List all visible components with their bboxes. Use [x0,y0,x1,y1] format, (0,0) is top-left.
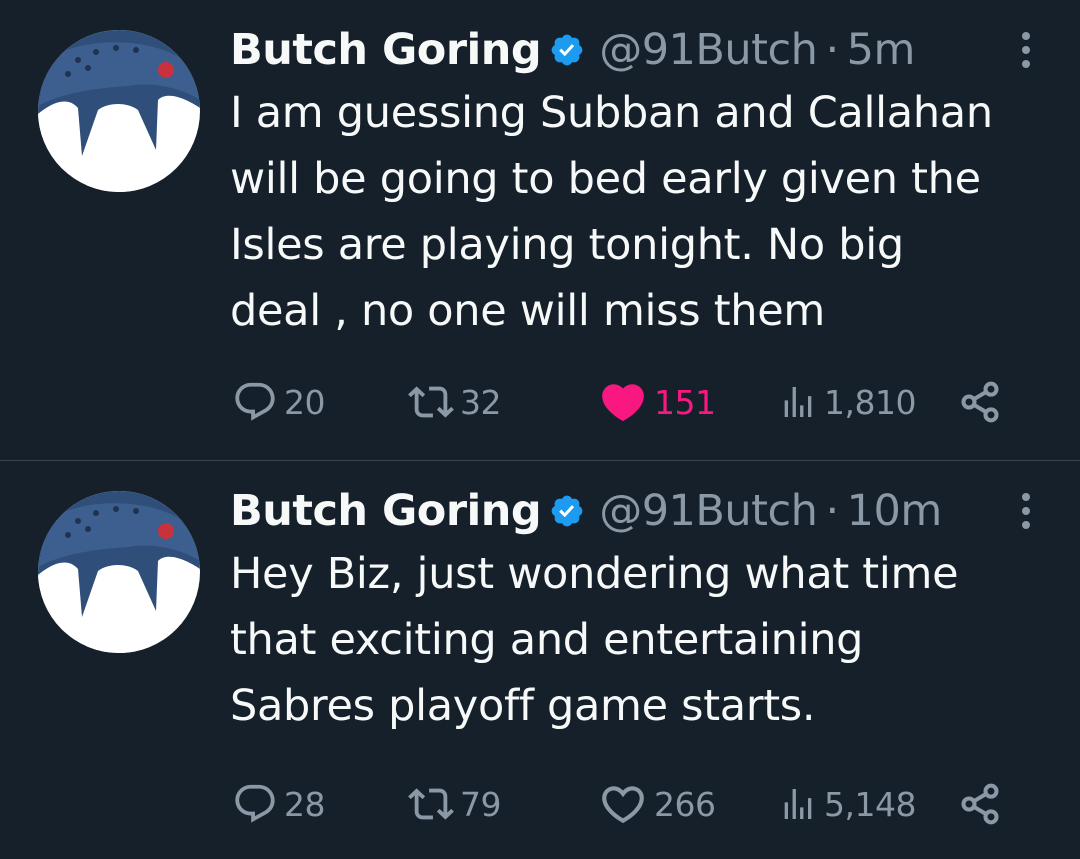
retweet-count: 32 [460,382,502,422]
retweet-button[interactable]: 32 [408,379,502,425]
retweet-icon [408,379,454,425]
like-count: 266 [654,784,716,824]
reply-icon [232,781,278,827]
retweet-count: 79 [460,784,502,824]
reply-icon [232,379,278,425]
avatar[interactable] [38,491,200,653]
views-count: 5,148 [824,784,916,824]
action-bar: 28 79 266 5,148 [232,781,1012,827]
reply-count: 28 [284,784,326,824]
separator-dot: · [825,25,839,75]
tweet-text: Hey Biz, just wondering what time that e… [230,549,959,731]
reply-button[interactable]: 28 [232,781,326,827]
views-button[interactable]: 5,148 [778,781,916,827]
verified-badge-icon[interactable] [549,493,585,529]
analytics-icon [778,781,818,827]
tweet-header: Butch Goring @91Butch · 5m [230,22,915,78]
tweet[interactable]: Butch Goring @91Butch · 10m Hey Biz, jus… [0,461,1080,859]
share-button[interactable] [958,781,1002,827]
timestamp[interactable]: 5m [847,25,916,75]
heart-outline-icon [598,779,648,829]
author-name[interactable]: Butch Goring [230,486,542,536]
tweet-text: I am guessing Subban and Callahan will b… [230,88,993,336]
share-icon [958,782,1002,826]
share-icon [958,380,1002,424]
verified-badge-icon[interactable] [549,32,585,68]
reply-button[interactable]: 20 [232,379,326,425]
like-button[interactable]: 266 [598,781,716,827]
views-count: 1,810 [824,382,916,422]
views-button[interactable]: 1,810 [778,379,916,425]
share-button[interactable] [958,379,1002,425]
separator-dot: · [825,486,839,536]
like-button[interactable]: 151 [598,379,716,425]
retweet-button[interactable]: 79 [408,781,502,827]
action-bar: 20 32 151 1,810 [232,379,1012,425]
heart-filled-icon [598,377,648,427]
retweet-icon [408,781,454,827]
author-handle[interactable]: @91Butch [599,486,818,536]
author-name[interactable]: Butch Goring [230,25,542,75]
analytics-icon [778,379,818,425]
tweet-header: Butch Goring @91Butch · 10m [230,483,942,539]
avatar[interactable] [38,30,200,192]
more-options-icon[interactable] [1016,30,1036,70]
tweet[interactable]: Butch Goring @91Butch · 5m I am guessing… [0,0,1080,460]
reply-count: 20 [284,382,326,422]
like-count: 151 [654,382,716,422]
timestamp[interactable]: 10m [847,486,943,536]
more-options-icon[interactable] [1016,491,1036,531]
author-handle[interactable]: @91Butch [599,25,818,75]
